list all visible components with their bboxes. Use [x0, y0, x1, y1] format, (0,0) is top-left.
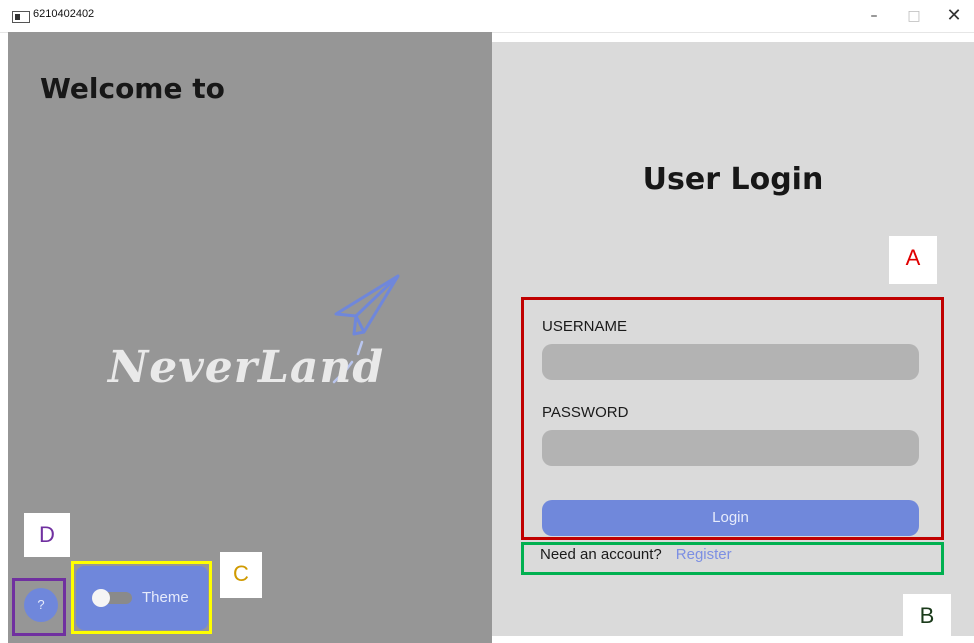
- annotation-box-a: [521, 297, 944, 540]
- annotation-label-d: D: [24, 513, 70, 557]
- close-button[interactable]: ✕: [934, 0, 974, 32]
- welcome-heading: Welcome to: [40, 72, 225, 105]
- annotation-box-c: [71, 561, 212, 634]
- annotation-label-a: A: [889, 236, 937, 284]
- app-icon: [12, 11, 30, 23]
- annotation-label-c: C: [220, 552, 262, 598]
- title-bar: 6210402402 – □ ✕: [0, 0, 974, 33]
- annotation-box-b: [521, 542, 944, 575]
- login-title: User Login: [642, 162, 824, 197]
- maximize-button[interactable]: □: [894, 0, 934, 32]
- brand-logo: NeverLand: [108, 342, 385, 393]
- annotation-label-b: B: [903, 594, 951, 643]
- window-title: 6210402402: [33, 8, 95, 20]
- minimize-button[interactable]: –: [854, 0, 894, 32]
- annotation-box-d: [12, 578, 66, 636]
